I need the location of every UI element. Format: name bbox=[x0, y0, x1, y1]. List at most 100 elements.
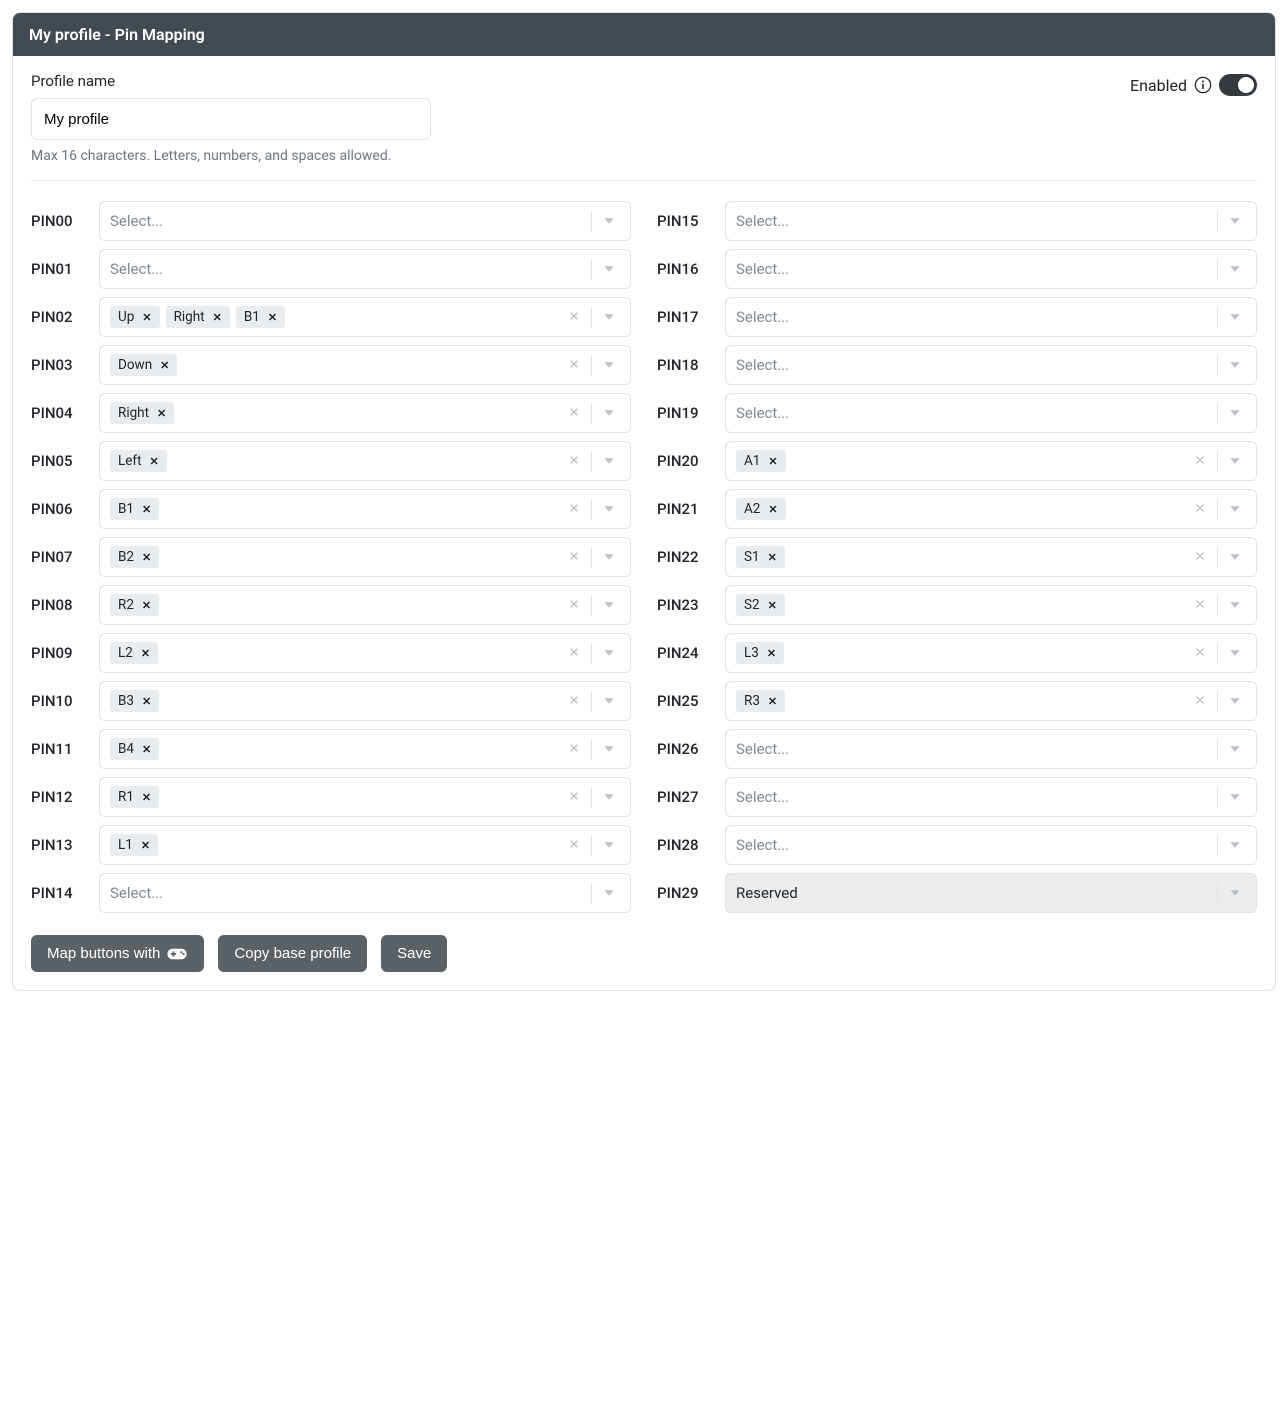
chevron-down-icon[interactable] bbox=[592, 452, 626, 470]
pin-select[interactable]: Up✕Right✕B1✕ bbox=[99, 297, 631, 337]
clear-icon[interactable] bbox=[1183, 500, 1217, 518]
chevron-down-icon[interactable] bbox=[1218, 692, 1252, 710]
pin-select[interactable]: A1✕ bbox=[725, 441, 1257, 481]
tag-remove-icon[interactable]: ✕ bbox=[766, 502, 779, 517]
pin-select[interactable]: Left✕ bbox=[99, 441, 631, 481]
tag-remove-icon[interactable]: ✕ bbox=[766, 694, 779, 709]
chevron-down-icon[interactable] bbox=[1218, 836, 1252, 854]
pin-select[interactable]: Down✕ bbox=[99, 345, 631, 385]
clear-icon[interactable] bbox=[1183, 692, 1217, 710]
clear-icon[interactable] bbox=[1183, 596, 1217, 614]
pin-select[interactable]: Select... bbox=[99, 201, 631, 241]
chevron-down-icon[interactable] bbox=[1218, 452, 1252, 470]
tag-remove-icon[interactable]: ✕ bbox=[766, 454, 779, 469]
chevron-down-icon[interactable] bbox=[592, 884, 626, 902]
chevron-down-icon[interactable] bbox=[592, 500, 626, 518]
chevron-down-icon[interactable] bbox=[1218, 404, 1252, 422]
pin-select[interactable]: Select... bbox=[99, 249, 631, 289]
pin-select[interactable]: R1✕ bbox=[99, 777, 631, 817]
pin-select[interactable]: B1✕ bbox=[99, 489, 631, 529]
chevron-down-icon[interactable] bbox=[592, 596, 626, 614]
pin-select[interactable]: Right✕ bbox=[99, 393, 631, 433]
clear-icon[interactable] bbox=[1183, 644, 1217, 662]
chevron-down-icon[interactable] bbox=[1218, 548, 1252, 566]
tag-remove-icon[interactable]: ✕ bbox=[140, 550, 153, 565]
chevron-down-icon[interactable] bbox=[592, 644, 626, 662]
tag-remove-icon[interactable]: ✕ bbox=[140, 310, 153, 325]
pin-select[interactable]: B4✕ bbox=[99, 729, 631, 769]
tag-remove-icon[interactable]: ✕ bbox=[158, 358, 171, 373]
clear-icon[interactable] bbox=[557, 596, 591, 614]
tag-remove-icon[interactable]: ✕ bbox=[266, 310, 279, 325]
pin-select[interactable]: Select... bbox=[99, 873, 631, 913]
tag-remove-icon[interactable]: ✕ bbox=[139, 838, 152, 853]
clear-icon[interactable] bbox=[557, 404, 591, 422]
chevron-down-icon[interactable] bbox=[592, 548, 626, 566]
clear-icon[interactable] bbox=[557, 836, 591, 854]
pin-select[interactable]: L1✕ bbox=[99, 825, 631, 865]
tag-remove-icon[interactable]: ✕ bbox=[139, 646, 152, 661]
pin-select[interactable]: Select... bbox=[725, 777, 1257, 817]
clear-icon[interactable] bbox=[557, 500, 591, 518]
clear-icon[interactable] bbox=[557, 356, 591, 374]
pin-select[interactable]: Select... bbox=[725, 393, 1257, 433]
tag-remove-icon[interactable]: ✕ bbox=[155, 406, 168, 421]
pin-select[interactable]: Select... bbox=[725, 825, 1257, 865]
clear-icon[interactable] bbox=[557, 548, 591, 566]
pin-select[interactable]: R3✕ bbox=[725, 681, 1257, 721]
clear-icon[interactable] bbox=[557, 740, 591, 758]
tag-remove-icon[interactable]: ✕ bbox=[766, 550, 779, 565]
save-button[interactable]: Save bbox=[381, 935, 447, 972]
copy-base-profile-button[interactable]: Copy base profile bbox=[218, 935, 367, 972]
chevron-down-icon[interactable] bbox=[1218, 500, 1252, 518]
pin-select[interactable]: S2✕ bbox=[725, 585, 1257, 625]
chevron-down-icon[interactable] bbox=[592, 740, 626, 758]
chevron-down-icon[interactable] bbox=[592, 260, 626, 278]
chevron-down-icon[interactable] bbox=[1218, 788, 1252, 806]
chevron-down-icon[interactable] bbox=[592, 308, 626, 326]
tag-remove-icon[interactable]: ✕ bbox=[211, 310, 224, 325]
chevron-down-icon[interactable] bbox=[592, 692, 626, 710]
chevron-down-icon[interactable] bbox=[1218, 308, 1252, 326]
map-buttons-button[interactable]: Map buttons with bbox=[31, 935, 204, 972]
tag-remove-icon[interactable]: ✕ bbox=[140, 598, 153, 613]
chevron-down-icon[interactable] bbox=[1218, 644, 1252, 662]
chevron-down-icon[interactable] bbox=[1218, 596, 1252, 614]
clear-icon[interactable] bbox=[557, 692, 591, 710]
chevron-down-icon[interactable] bbox=[1218, 212, 1252, 230]
pin-select[interactable]: Select... bbox=[725, 297, 1257, 337]
chevron-down-icon[interactable] bbox=[1218, 260, 1252, 278]
pin-select[interactable]: S1✕ bbox=[725, 537, 1257, 577]
tag-remove-icon[interactable]: ✕ bbox=[766, 598, 779, 613]
pin-select[interactable]: B3✕ bbox=[99, 681, 631, 721]
clear-icon[interactable] bbox=[1183, 452, 1217, 470]
profile-name-input[interactable] bbox=[31, 98, 431, 140]
pin-select[interactable]: Select... bbox=[725, 249, 1257, 289]
pin-select[interactable]: Select... bbox=[725, 729, 1257, 769]
chevron-down-icon[interactable] bbox=[592, 212, 626, 230]
pin-select[interactable]: Select... bbox=[725, 345, 1257, 385]
tag-remove-icon[interactable]: ✕ bbox=[140, 790, 153, 805]
clear-icon[interactable] bbox=[557, 644, 591, 662]
tag-remove-icon[interactable]: ✕ bbox=[140, 502, 153, 517]
chevron-down-icon[interactable] bbox=[592, 836, 626, 854]
pin-select[interactable]: B2✕ bbox=[99, 537, 631, 577]
clear-icon[interactable] bbox=[1183, 548, 1217, 566]
pin-select[interactable]: L2✕ bbox=[99, 633, 631, 673]
chevron-down-icon[interactable] bbox=[1218, 740, 1252, 758]
tag-remove-icon[interactable]: ✕ bbox=[140, 742, 153, 757]
clear-icon[interactable] bbox=[557, 452, 591, 470]
info-icon[interactable] bbox=[1193, 75, 1213, 95]
chevron-down-icon[interactable] bbox=[592, 356, 626, 374]
tag-remove-icon[interactable]: ✕ bbox=[765, 646, 778, 661]
clear-icon[interactable] bbox=[557, 788, 591, 806]
chevron-down-icon[interactable] bbox=[592, 404, 626, 422]
tag-remove-icon[interactable]: ✕ bbox=[148, 454, 161, 469]
pin-select[interactable]: A2✕ bbox=[725, 489, 1257, 529]
enabled-toggle[interactable] bbox=[1219, 74, 1257, 96]
pin-select[interactable]: Select... bbox=[725, 201, 1257, 241]
pin-select[interactable]: L3✕ bbox=[725, 633, 1257, 673]
pin-select[interactable]: R2✕ bbox=[99, 585, 631, 625]
clear-icon[interactable] bbox=[557, 308, 591, 326]
chevron-down-icon[interactable] bbox=[1218, 356, 1252, 374]
